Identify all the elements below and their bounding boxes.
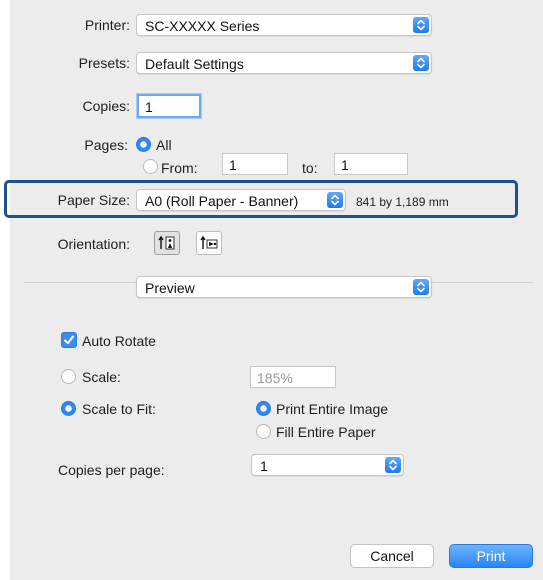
scale-label: Scale: [82,369,121,385]
auto-rotate-label: Auto Rotate [82,333,156,349]
pages-label: Pages: [84,137,128,153]
copies-label: Copies: [82,98,130,114]
print-entire-image-label: Print Entire Image [276,401,389,417]
printer-value: SC-XXXXX Series [145,18,260,34]
orientation-portrait-button[interactable] [154,231,180,255]
presets-popup[interactable]: Default Settings [136,52,432,74]
section-popup[interactable]: Preview [136,276,432,298]
fill-entire-paper-radio[interactable] [256,424,271,439]
pages-from-field[interactable]: 1 [222,153,288,175]
print-entire-image-radio[interactable] [256,401,271,416]
highlight-box [4,180,518,218]
copies-value: 1 [145,99,153,115]
pages-all-radio[interactable] [136,137,151,152]
scale-to-fit-label: Scale to Fit: [82,401,156,417]
scale-field[interactable]: 185% [250,366,336,388]
copies-per-page-label: Copies per page: [58,462,165,478]
scale-value: 185% [257,370,293,386]
pages-to-value: 1 [341,157,349,173]
copies-per-page-popup[interactable]: 1 [251,454,404,476]
pages-to-field[interactable]: 1 [334,153,408,175]
fill-entire-paper-label: Fill Entire Paper [276,424,376,440]
printer-popup[interactable]: SC-XXXXX Series [136,14,432,36]
pages-from-label: From: [161,160,198,176]
pages-to-label: to: [302,160,318,176]
pages-from-radio[interactable] [143,159,158,174]
chevron-updown-icon [413,55,429,71]
chevron-updown-icon [385,457,401,473]
chevron-updown-icon [413,17,429,33]
scale-radio[interactable] [61,369,76,384]
orientation-label: Orientation: [57,236,130,252]
section-popup-value: Preview [145,280,195,296]
print-button[interactable]: Print [449,544,533,568]
printer-label: Printer: [84,17,130,33]
chevron-updown-icon [413,279,429,295]
presets-label: Presets: [78,55,130,71]
copies-field[interactable]: 1 [137,94,201,118]
orientation-landscape-button[interactable] [196,231,222,255]
presets-value: Default Settings [145,56,244,72]
checkmark-icon [64,335,74,344]
auto-rotate-checkbox[interactable] [61,332,77,348]
pages-all-label: All [156,137,172,153]
scale-to-fit-radio[interactable] [61,401,76,416]
pages-from-value: 1 [229,157,237,173]
portrait-icon [158,235,175,250]
cancel-button[interactable]: Cancel [350,544,434,568]
landscape-icon [200,235,218,249]
copies-per-page-value: 1 [260,458,268,474]
